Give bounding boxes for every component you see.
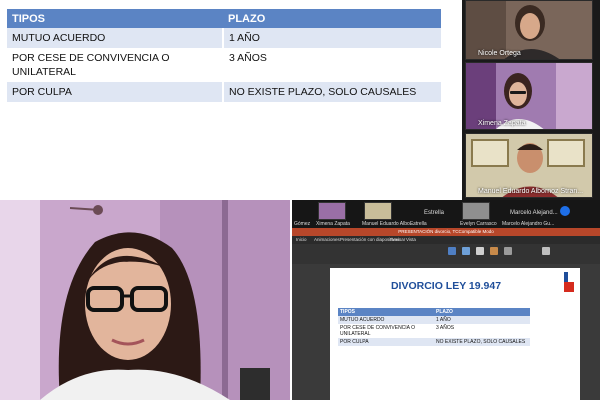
arrange-icon[interactable]: [490, 247, 498, 255]
table-row: POR CESE DE CONVIVENCIA O UNILATERAL 3 A…: [7, 48, 441, 82]
participant-name: Gómez: [294, 221, 311, 227]
table-cell: 3 AÑOS: [436, 325, 455, 331]
table-cell: 3 AÑOS: [223, 48, 441, 82]
screen-share-participant-strip: Gómez Ximena Zapata Manuel Eduardo Albo.…: [292, 200, 600, 228]
video-tile-manuel[interactable]: Manuel Eduardo Albornoz Stran...: [465, 133, 593, 198]
table-cell: MUTUO ACUERDO: [338, 316, 434, 324]
slide-canvas: DIVORCIO LEY 19.947 TIPOS PLAZO MUTUO AC…: [292, 264, 600, 400]
table-cell: POR CESE DE CONVIVENCIA O UNILATERAL: [7, 48, 224, 82]
table-cell: 1 AÑO: [223, 28, 441, 48]
participant-name: Evelyn Carrasco: [460, 221, 497, 227]
table-row: POR CULPA NO EXISTE PLAZO, SOLO CAUSALES: [7, 82, 441, 102]
divorce-types-table: TIPOS PLAZO MUTUO ACUERDO 1 AÑO POR CESE…: [7, 9, 441, 102]
participant-name: Manuel Eduardo Albornoz Stran...: [478, 188, 584, 195]
format-icon[interactable]: [542, 247, 550, 255]
chile-flag-icon: [564, 272, 574, 292]
header-tipos: TIPOS: [7, 9, 223, 28]
participant-name: Nicole Ortega: [478, 50, 521, 57]
participant-name: Ximena Zapata: [316, 221, 350, 227]
menu-inicio[interactable]: Inicio: [296, 237, 307, 242]
thumbnail-evelyn[interactable]: [462, 202, 490, 220]
thumbnail-manuel[interactable]: [364, 202, 392, 220]
table-row: MUTUO ACUERDO 1 AÑO: [338, 316, 530, 324]
zoom-meeting-window: TIPOS PLAZO MUTUO ACUERDO 1 AÑO POR CESE…: [0, 0, 600, 400]
participant-name: Ximena Zapata: [478, 120, 526, 127]
table-cell: POR CULPA: [338, 338, 434, 346]
table-cell: POR CULPA: [7, 82, 224, 102]
participant-name: Manuel Eduardo Albo...: [362, 221, 414, 227]
table-header-row: TIPOS PLAZO: [338, 308, 530, 316]
menu-animaciones[interactable]: Animaciones: [314, 237, 340, 242]
powerpoint-title-bar: PRESENTACIÓN divorcio, TCCompatible Modo: [292, 228, 600, 236]
slide-preview-table: TIPOS PLAZO MUTUO ACUERDO 1 AÑO POR CESE…: [338, 308, 530, 346]
participant-gallery: Nicole Ortega Ximena Zapata Manuel Eduar…: [462, 0, 600, 200]
table-cell: 1 AÑO: [434, 316, 530, 324]
table-cell: MUTUO ACUERDO: [7, 28, 224, 48]
table-cell: NO EXISTE PLAZO, SOLO CAUSALES: [223, 82, 441, 102]
textbox-icon[interactable]: [476, 247, 484, 255]
speaker-video-frame: [0, 200, 290, 400]
table-row: POR CULPA NO EXISTE PLAZO, SOLO CAUSALES: [338, 338, 530, 346]
shared-screen-view: Gómez Ximena Zapata Manuel Eduardo Albo.…: [292, 200, 600, 400]
menu-revisar[interactable]: Revisar: [390, 237, 405, 242]
header-plazo: PLAZO: [434, 308, 530, 316]
styles-icon[interactable]: [504, 247, 512, 255]
image-icon[interactable]: [448, 247, 456, 255]
table-row: POR CESE DE CONVIVENCIA O UNILATERAL 3 A…: [338, 324, 530, 338]
menu-vista[interactable]: Vista: [406, 237, 416, 242]
participant-name-label: Estrella: [424, 210, 445, 216]
table-cell: POR CESE DE CONVIVENCIA O UNILATERAL: [340, 325, 416, 337]
powerpoint-ribbon: [292, 244, 600, 264]
next-page-icon[interactable]: [560, 206, 570, 216]
header-plazo: PLAZO: [223, 9, 441, 28]
table-header-row: TIPOS PLAZO: [7, 9, 441, 28]
slide-preview: DIVORCIO LEY 19.947 TIPOS PLAZO MUTUO AC…: [330, 268, 580, 400]
participant-name-label: Marcelo Alejand...: [510, 210, 558, 216]
table-row: MUTUO ACUERDO 1 AÑO: [7, 28, 441, 48]
thumbnail-ximena[interactable]: [318, 202, 346, 220]
powerpoint-menu-bar: Inicio Animaciones Presentación con diap…: [292, 236, 600, 244]
video-tile-ximena[interactable]: Ximena Zapata: [465, 62, 593, 130]
video-tile-nicole[interactable]: Nicole Ortega: [465, 0, 593, 60]
participant-name: Marcelo Alejandro Gu...: [502, 221, 555, 227]
shared-slide-table-view: TIPOS PLAZO MUTUO ACUERDO 1 AÑO POR CESE…: [0, 0, 462, 200]
table-cell: NO EXISTE PLAZO, SOLO CAUSALES: [434, 338, 530, 346]
participant-name: Estrella: [410, 221, 427, 227]
header-tipos: TIPOS: [338, 308, 434, 316]
slide-title: DIVORCIO LEY 19.947: [390, 280, 502, 292]
active-speaker-video[interactable]: [0, 200, 290, 400]
shapes-icon[interactable]: [462, 247, 470, 255]
